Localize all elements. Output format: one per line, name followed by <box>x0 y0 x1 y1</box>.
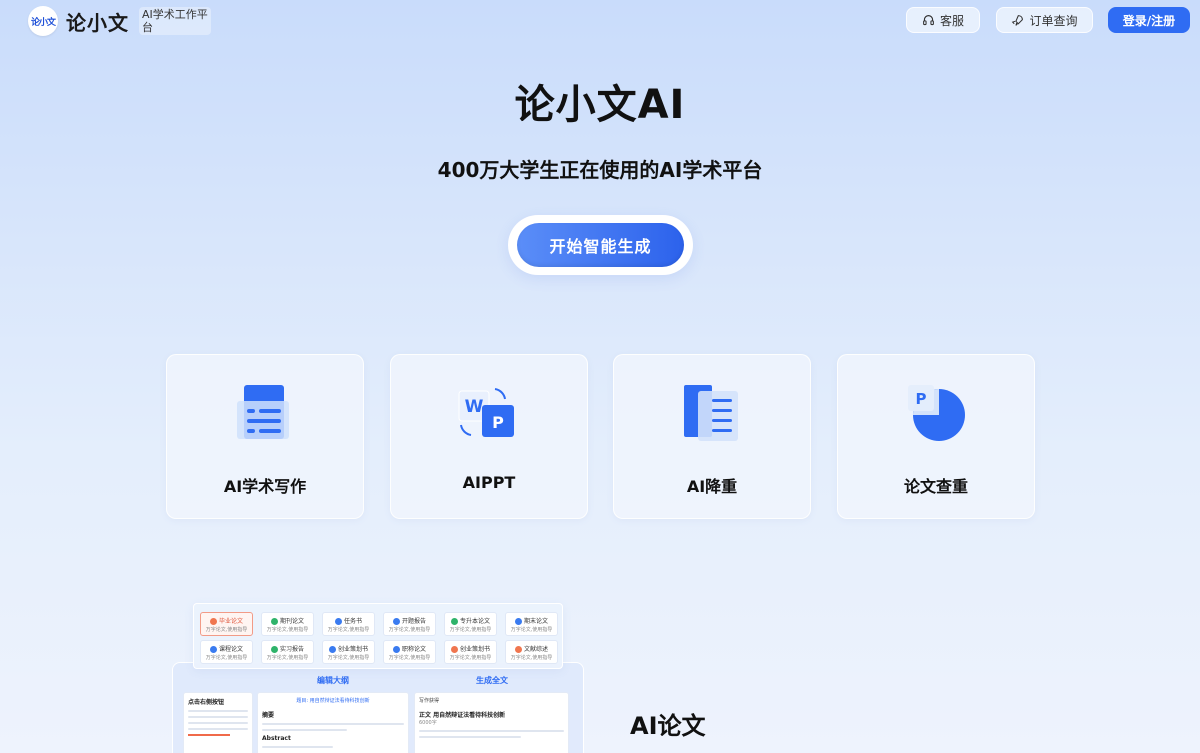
chip-dot-icon <box>514 646 522 653</box>
abstract-heading: 摘要 <box>262 712 275 719</box>
text-line <box>262 723 404 725</box>
preview-chip[interactable]: 毕业论文 万字论文,使用指导 <box>200 612 253 636</box>
text-line <box>188 728 248 730</box>
preview-chip[interactable]: 期刊论文 万字论文,使用指导 <box>261 612 314 636</box>
highlight-line <box>188 734 230 736</box>
feature-label: 论文查重 <box>903 477 968 496</box>
ppt-pie-icon: P <box>908 385 965 441</box>
text-line <box>188 710 248 712</box>
right-title: 正文 用自然辩证法看待科技创新 <box>419 712 506 719</box>
logo-text: 论小文 <box>66 10 129 35</box>
feature-label: AIPPT <box>462 473 516 492</box>
chip-dot-icon <box>450 646 458 653</box>
logo-icon: 论小文 <box>28 6 58 36</box>
chip-dot-icon <box>334 618 342 625</box>
text-line <box>262 746 333 748</box>
preview-chip[interactable]: 职称论文 万字论文,使用指导 <box>383 640 436 664</box>
preview-chip[interactable]: 课程论文 万字论文,使用指导 <box>200 640 253 664</box>
chip-dot-icon <box>270 646 278 653</box>
right-count: 6000字 <box>419 720 437 726</box>
logo[interactable]: 论小文 论小文 AI学术工作平台 <box>28 6 211 36</box>
text-line <box>419 736 521 738</box>
document-list-icon <box>237 385 289 439</box>
rocket-icon <box>1012 14 1024 26</box>
text-line <box>262 729 348 731</box>
preview-chip[interactable]: 开题报告 万字论文,使用指导 <box>383 612 436 636</box>
feature-label: AI学术写作 <box>223 477 307 496</box>
start-generate-button[interactable]: 开始智能生成 <box>517 223 684 267</box>
chip-dot-icon <box>209 646 217 653</box>
preview-chip[interactable]: 创业策划书 万字论文,使用指导 <box>322 640 375 664</box>
text-line <box>419 730 564 732</box>
preview-tab-fulltext: 生成全文 <box>476 676 508 685</box>
logo-mark: 论小文 <box>30 17 56 28</box>
abstract-en-heading: Abstract <box>262 735 291 742</box>
logo-subtitle: AI学术工作平台 <box>139 7 211 35</box>
section-title-ai-paper: AI论文 <box>630 712 706 740</box>
outline-header: 点击右侧按钮 <box>188 699 225 706</box>
svg-text:W: W <box>465 397 484 417</box>
preview-tab-outline: 编辑大纲 <box>317 676 349 685</box>
chip-dot-icon <box>514 618 522 625</box>
svg-text:P: P <box>916 390 927 408</box>
right-header: 写作获得 <box>419 698 440 704</box>
preview-type-grid: 毕业论文 万字论文,使用指导 期刊论文 万字论文,使用指导 任务书 万字论文,使用指导… <box>193 603 563 669</box>
preview-chip[interactable]: 期末论文 万字论文,使用指导 <box>505 612 558 636</box>
feature-card-ai-writing[interactable]: AI学术写作 <box>166 354 364 519</box>
chip-dot-icon <box>450 618 458 625</box>
svg-text:P: P <box>492 413 504 432</box>
hero-title: 论小文AI <box>514 82 686 128</box>
preview-chip[interactable]: 实习报告 万字论文,使用指导 <box>261 640 314 664</box>
feature-card-plagiarism-check[interactable]: P 论文查重 <box>837 354 1035 519</box>
preview-chip[interactable]: 创业策划书 万字论文,使用指导 <box>444 640 497 664</box>
preview-chip[interactable]: 任务书 万字论文,使用指导 <box>322 612 375 636</box>
chip-dot-icon <box>328 646 336 653</box>
preview-chip[interactable]: 文献综述 万字论文,使用指导 <box>505 640 558 664</box>
text-line <box>188 722 248 724</box>
chip-dot-icon <box>270 618 278 625</box>
feature-card-ai-rewrite[interactable]: AI降重 <box>613 354 811 519</box>
word-ppt-icon: W P <box>458 388 514 437</box>
order-query-label: 订单查询 <box>1029 13 1078 28</box>
customer-service-label: 客服 <box>939 13 964 28</box>
chip-dot-icon <box>392 646 400 653</box>
headset-icon <box>923 14 934 25</box>
chip-dot-icon <box>392 618 400 625</box>
stacked-docs-icon <box>684 385 738 441</box>
preview-chip[interactable]: 专升本论文 万字论文,使用指导 <box>444 612 497 636</box>
feature-card-aippt[interactable]: W P AIPPT <box>390 354 588 519</box>
preview-right-pane: 写作获得 正文 用自然辩证法看待科技创新 6000字 <box>414 692 569 753</box>
chip-dot-icon <box>209 618 217 625</box>
preview-outline-pane: 点击右侧按钮 <box>183 692 253 753</box>
login-register-button[interactable]: 登录/注册 <box>1108 7 1190 33</box>
hero-subtitle: 400万大学生正在使用的AI学术平台 <box>437 158 763 182</box>
middle-title: 题目: 用自然辩证法看待科技创新 <box>296 698 370 704</box>
feature-label: AI降重 <box>686 477 738 496</box>
preview-middle-pane: 题目: 用自然辩证法看待科技创新 摘要 Abstract <box>257 692 409 753</box>
customer-service-button[interactable]: 客服 <box>906 7 980 33</box>
text-line <box>188 716 248 718</box>
order-query-button[interactable]: 订单查询 <box>996 7 1093 33</box>
